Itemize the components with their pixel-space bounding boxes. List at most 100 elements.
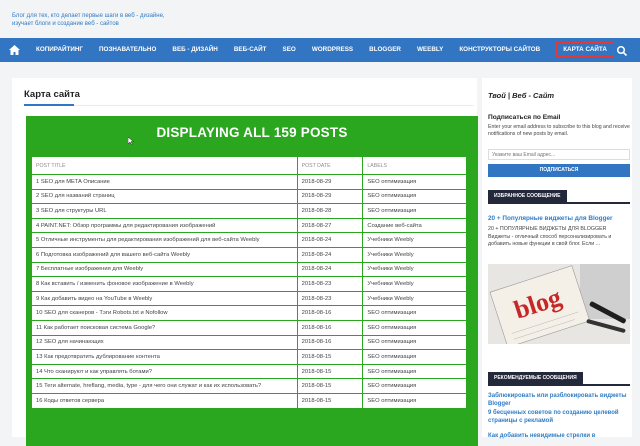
- table-row: 1 SEO для META Описание 2018-08-29 SEO опт…: [31, 174, 467, 190]
- post-title-link[interactable]: Как вставить / изменить фоновое изображе…: [41, 281, 194, 287]
- post-label-cell[interactable]: SEO оптимизация: [362, 334, 467, 351]
- post-number: 7: [36, 266, 40, 273]
- post-title-cell[interactable]: 3 SEO для структуры URL: [31, 203, 298, 219]
- main-content: Карта сайта DISPLAYING ALL 159 POSTS POS…: [12, 78, 478, 446]
- post-label-cell[interactable]: SEO оптимизация: [362, 363, 467, 380]
- post-label-cell[interactable]: Учебники Weebly: [362, 276, 467, 292]
- table-row: 3 SEO для структуры URL 2018-08-28 SEO опт…: [31, 203, 467, 219]
- nav-item-website[interactable]: ВЕБ-САЙТ: [226, 38, 275, 62]
- nav-item-sitemap[interactable]: КАРТА САЙТА: [548, 38, 622, 62]
- post-title-cell[interactable]: 12 SEO для начинающих: [31, 334, 298, 351]
- nav-item-seo[interactable]: SEO: [275, 38, 304, 62]
- featured-post-image[interactable]: blog: [488, 264, 630, 348]
- nav-item-copywriting[interactable]: КОПИРАЙТИНГ: [28, 38, 91, 62]
- subscribe-description: Enter your email address to subscribe to…: [488, 124, 630, 137]
- recommended-post-3[interactable]: Как добавить невидимые стрелки в: [488, 432, 630, 440]
- post-title-cell[interactable]: 5 Отличные инструменты для редактировани…: [31, 232, 298, 248]
- post-title-link[interactable]: Бесплатные изображения для Weebly: [41, 266, 143, 272]
- post-title-cell[interactable]: 9 Как добавить видео на YouTube в Weebly: [31, 290, 298, 307]
- recommended-post-2[interactable]: 9 бесценных советов по созданию целевой …: [488, 409, 630, 425]
- table-row: 2 SEO для названий страниц 2018-08-29 SEO …: [31, 188, 467, 205]
- post-label-cell[interactable]: Учебники Weebly: [362, 232, 467, 248]
- post-title-link[interactable]: Коды ответов сервера: [44, 398, 104, 404]
- post-label-cell[interactable]: SEO оптимизация: [362, 349, 467, 365]
- post-title-cell[interactable]: 10 SEO для сканеров - Тэги Robots.txt и …: [31, 305, 298, 321]
- post-title-link[interactable]: SEO для названий страниц: [41, 193, 115, 199]
- post-title-link[interactable]: SEO для начинающих: [44, 339, 104, 345]
- post-title-cell[interactable]: 6 Подготовка изображений для вашего веб-…: [31, 246, 298, 263]
- post-title-cell[interactable]: 7 Бесплатные изображения для Weebly: [31, 261, 298, 278]
- table-row: 16 Коды ответов сервера 2018-08-15 SEO опт…: [31, 392, 467, 409]
- post-title-cell[interactable]: 13 Как предотвратить дублирование контен…: [31, 349, 298, 365]
- post-title-cell[interactable]: 4 PAINT.NET: Обзор программы для редакти…: [31, 217, 298, 234]
- post-date-cell: 2018-08-15: [296, 378, 364, 394]
- post-date-cell: 2018-08-16: [296, 334, 364, 351]
- post-number: 15: [36, 383, 43, 390]
- table-row: 11 Как работает поисковая система Google…: [31, 319, 467, 336]
- post-date-cell: 2018-08-28: [296, 203, 364, 219]
- recommended-post-1[interactable]: Заблюкировать или разблокировать виджеты…: [488, 392, 630, 408]
- page-title: Карта сайта: [24, 89, 80, 100]
- post-label-cell[interactable]: Создание веб-сайта: [362, 217, 467, 234]
- post-title-cell[interactable]: 1 SEO для META Описание: [31, 174, 298, 190]
- sidebar: Твой | Веб - Сайт Подписаться по Email E…: [482, 78, 632, 440]
- nav-item-site-builders[interactable]: КОНСТРУКТОРЫ САЙТОВ: [451, 38, 548, 62]
- post-title-link[interactable]: Как добавить видео на YouTube в Weebly: [41, 296, 152, 302]
- nav-item-blogger[interactable]: BLOGGER: [361, 38, 409, 62]
- post-title-cell[interactable]: 16 Коды ответов сервера: [31, 392, 298, 409]
- nav-item-informative[interactable]: ПОЗНАВАТЕЛЬНО: [91, 38, 164, 62]
- nav-item-weebly[interactable]: WEEBLY: [409, 38, 451, 62]
- post-label-cell[interactable]: SEO оптимизация: [362, 319, 467, 336]
- post-date-cell: 2018-08-15: [296, 363, 364, 380]
- post-label-cell[interactable]: Учебники Weebly: [362, 261, 467, 278]
- post-title-link[interactable]: Что сканируют и как управлять ботами?: [44, 369, 152, 375]
- post-label-cell[interactable]: SEO оптимизация: [362, 305, 467, 321]
- post-label-cell[interactable]: SEO оптимизация: [362, 188, 467, 205]
- post-date-cell: 2018-08-15: [296, 392, 364, 409]
- email-field[interactable]: [488, 149, 630, 160]
- post-title-link[interactable]: Как работает поисковая система Google?: [44, 325, 156, 331]
- post-label-cell[interactable]: SEO оптимизация: [362, 378, 467, 394]
- site-header: Блог для тех, кто делает первые шаги в в…: [0, 0, 640, 38]
- post-title-cell[interactable]: 15 Теги alternate, hreflang, media, type…: [31, 378, 298, 394]
- post-label-cell[interactable]: SEO оптимизация: [362, 392, 467, 409]
- main-nav: КОПИРАЙТИНГ ПОЗНАВАТЕЛЬНО ВЕБ - ДИЗАЙН В…: [0, 38, 640, 62]
- search-icon[interactable]: [616, 44, 628, 57]
- post-title-cell[interactable]: 14 Что сканируют и как управлять ботами?: [31, 363, 298, 380]
- post-label-cell[interactable]: SEO оптимизация: [362, 174, 467, 190]
- featured-post-title[interactable]: 20 + Популярные виджеты для Blogger: [488, 215, 630, 222]
- column-header-date: POST DATE: [296, 156, 364, 175]
- post-title-link[interactable]: SEO для структуры URL: [41, 208, 107, 214]
- post-date-cell: 2018-08-15: [296, 349, 364, 365]
- post-label-cell[interactable]: Учебники Weebly: [362, 246, 467, 263]
- column-header-title: POST TITLE: [31, 156, 298, 175]
- featured-post-excerpt: 20 + ПОПУЛЯРНЫЕ ВИДЖЕТЫ ДЛЯ BLOGGER Видж…: [488, 226, 612, 247]
- nav-item-web-design[interactable]: ВЕБ - ДИЗАЙН: [164, 38, 225, 62]
- home-icon[interactable]: [0, 38, 28, 62]
- post-title-link[interactable]: Теги alternate, hreflang, media, type - …: [44, 383, 261, 389]
- post-title-link[interactable]: Подготовка изображений для вашего веб-са…: [41, 252, 190, 258]
- post-title-link[interactable]: Отличные инструменты для редактирования …: [41, 237, 260, 243]
- post-title-link[interactable]: SEO для META Описание: [41, 179, 110, 185]
- table-row: 14 Что сканируют и как управлять ботами?…: [31, 363, 467, 380]
- subscribe-button[interactable]: ПОДПИСАТЬСЯ: [488, 164, 630, 177]
- table-row: 8 Как вставить / изменить фоновое изобра…: [31, 276, 467, 292]
- post-title-cell[interactable]: 2 SEO для названий страниц: [31, 188, 298, 205]
- sitemap-box: DISPLAYING ALL 159 POSTS POST TITLE POST…: [26, 116, 478, 446]
- table-row: 7 Бесплатные изображения для Weebly 2018-…: [31, 261, 467, 278]
- post-title-link[interactable]: SEO для сканеров - Тэги Robots.txt и Nof…: [44, 310, 168, 316]
- post-title-link[interactable]: PAINT.NET: Обзор программы для редактиро…: [41, 223, 215, 229]
- post-title-cell[interactable]: 11 Как работает поисковая система Google…: [31, 319, 298, 336]
- column-header-labels: LABELS: [362, 156, 467, 175]
- post-number: 6: [36, 251, 40, 258]
- post-number: 10: [36, 310, 43, 317]
- post-label-cell[interactable]: Учебники Weebly: [362, 290, 467, 307]
- post-label-cell[interactable]: SEO оптимизация: [362, 203, 467, 219]
- table-header-row: POST TITLE POST DATE LABELS: [31, 156, 467, 175]
- post-title-link[interactable]: Как предотвратить дублирование контента: [44, 354, 160, 360]
- post-number: 13: [36, 353, 43, 360]
- post-date-cell: 2018-08-23: [296, 290, 364, 307]
- post-date-cell: 2018-08-27: [296, 217, 364, 234]
- nav-item-wordpress[interactable]: WORDPRESS: [304, 38, 361, 62]
- post-title-cell[interactable]: 8 Как вставить / изменить фоновое изобра…: [31, 276, 298, 292]
